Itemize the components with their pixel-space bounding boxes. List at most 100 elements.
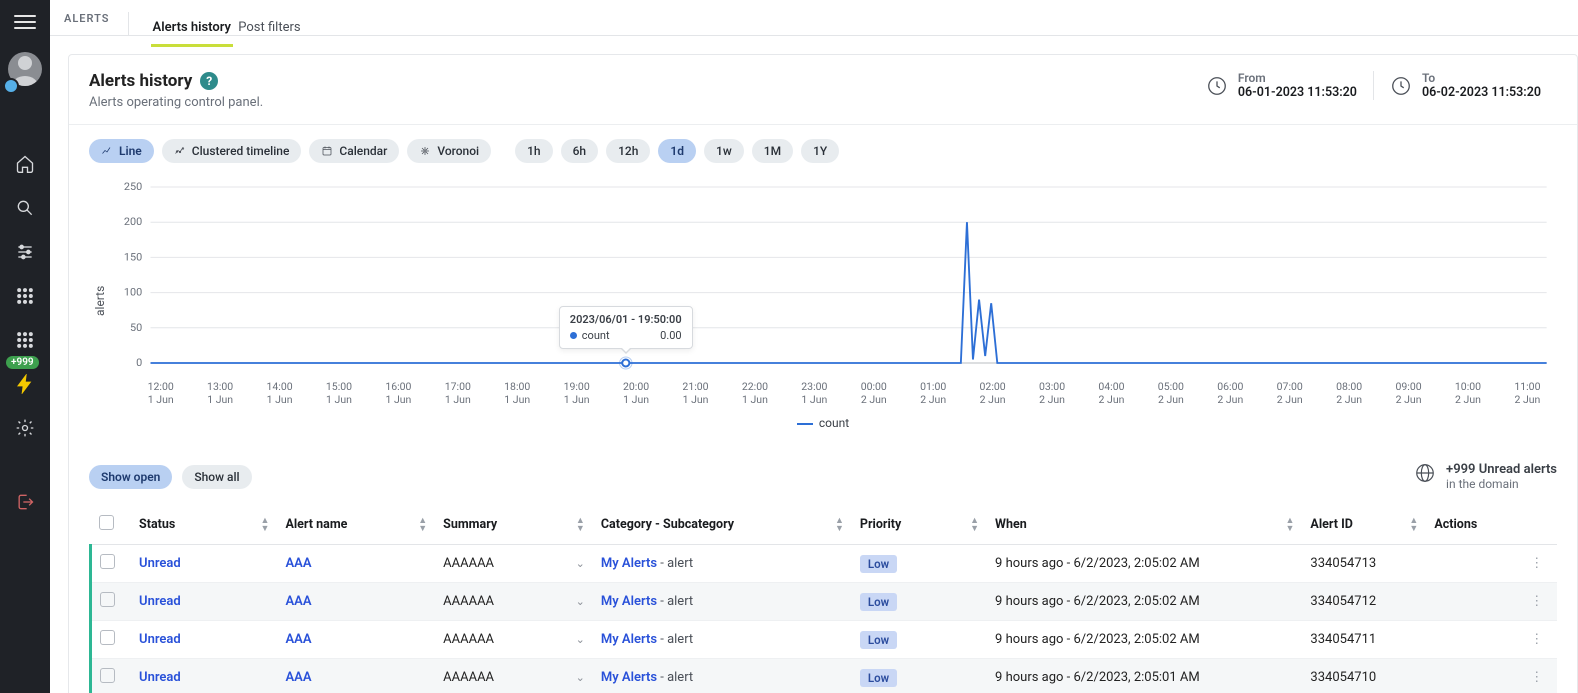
- page-title-text: Alerts history: [89, 71, 192, 91]
- summary-text: AAAAAA: [443, 556, 494, 571]
- unread-sub-text: in the domain: [1446, 477, 1557, 491]
- range-6h[interactable]: 6h: [561, 139, 599, 163]
- svg-text:200: 200: [124, 215, 142, 228]
- table-filter-all[interactable]: Show all: [182, 465, 251, 489]
- chevron-down-icon[interactable]: ⌄: [576, 557, 585, 570]
- svg-text:50: 50: [130, 321, 142, 334]
- time-range-to[interactable]: To 06-02-2023 11:53:20: [1373, 71, 1557, 100]
- alert-name-link[interactable]: AAA: [285, 594, 311, 609]
- col-when[interactable]: When▲▼: [987, 505, 1302, 545]
- view-mode-calendar[interactable]: Calendar: [309, 139, 399, 163]
- status-link[interactable]: Unread: [139, 556, 181, 571]
- table-row[interactable]: UnreadAAAAAAAAA⌄My Alerts - alertLow9 ho…: [91, 659, 1558, 693]
- x-tick: 06:002 Jun: [1201, 381, 1260, 406]
- alerts-count-badge: +999: [6, 356, 39, 369]
- range-12h[interactable]: 12h: [606, 139, 650, 163]
- table-filter-open[interactable]: Show open: [89, 465, 172, 489]
- col-summary[interactable]: Summary▲▼: [435, 505, 593, 545]
- x-tick: 11:002 Jun: [1498, 381, 1557, 406]
- row-checkbox[interactable]: [100, 592, 115, 607]
- alert-id-text: 334054710: [1302, 659, 1426, 693]
- logout-icon[interactable]: [0, 480, 50, 524]
- alerts-line-chart[interactable]: 050100150200250: [107, 181, 1557, 381]
- time-range-from[interactable]: From 06-01-2023 11:53:20: [1190, 71, 1373, 100]
- svg-text:250: 250: [124, 181, 142, 193]
- x-tick: 21:001 Jun: [666, 381, 725, 406]
- x-tick: 09:002 Jun: [1379, 381, 1438, 406]
- x-tick: 15:001 Jun: [309, 381, 368, 406]
- x-tick: 00:002 Jun: [844, 381, 903, 406]
- category-link[interactable]: My Alerts: [601, 670, 657, 685]
- range-1h[interactable]: 1h: [515, 139, 553, 163]
- menu-toggle-button[interactable]: [0, 6, 50, 38]
- alert-id-text: 334054712: [1302, 583, 1426, 621]
- x-tick: 10:002 Jun: [1438, 381, 1497, 406]
- view-mode-voronoi[interactable]: Voronoi: [407, 139, 491, 163]
- priority-badge: Low: [860, 555, 897, 573]
- when-text: 9 hours ago - 6/2/2023, 2:05:01 AM: [987, 659, 1302, 693]
- row-actions-kebab[interactable]: ⋮: [1516, 583, 1557, 621]
- svg-text:0: 0: [136, 356, 142, 369]
- home-icon[interactable]: [0, 142, 50, 186]
- alert-name-link[interactable]: AAA: [285, 556, 311, 571]
- col-category-subcategory[interactable]: Category - Subcategory▲▼: [593, 505, 852, 545]
- row-actions-kebab[interactable]: ⋮: [1516, 545, 1557, 583]
- table-row[interactable]: UnreadAAAAAAAAA⌄My Alerts - alertLow9 ho…: [91, 545, 1558, 583]
- legend-label: count: [819, 416, 849, 430]
- settings-gear-icon[interactable]: [0, 406, 50, 450]
- row-checkbox[interactable]: [100, 630, 115, 645]
- col-status[interactable]: Status▲▼: [131, 505, 277, 545]
- col-priority[interactable]: Priority▲▼: [852, 505, 987, 545]
- filters-icon[interactable]: [0, 230, 50, 274]
- x-tick: 17:001 Jun: [428, 381, 487, 406]
- from-value: 06-01-2023 11:53:20: [1238, 85, 1357, 100]
- x-tick: 19:001 Jun: [547, 381, 606, 406]
- chevron-down-icon[interactable]: ⌄: [576, 595, 585, 608]
- alert-name-link[interactable]: AAA: [285, 670, 311, 685]
- category-link[interactable]: My Alerts: [601, 556, 657, 571]
- alert-name-link[interactable]: AAA: [285, 632, 311, 647]
- range-1w[interactable]: 1w: [704, 139, 744, 163]
- x-tick: 22:001 Jun: [725, 381, 784, 406]
- range-1M[interactable]: 1M: [752, 139, 793, 163]
- apps-grid-icon[interactable]: [0, 274, 50, 318]
- row-actions-kebab[interactable]: ⋮: [1516, 659, 1557, 693]
- x-tick: 01:002 Jun: [903, 381, 962, 406]
- x-tick: 18:001 Jun: [488, 381, 547, 406]
- x-tick: 05:002 Jun: [1141, 381, 1200, 406]
- col-alert-name[interactable]: Alert name▲▼: [277, 505, 435, 545]
- status-link[interactable]: Unread: [139, 670, 181, 685]
- summary-text: AAAAAA: [443, 594, 494, 609]
- x-tick: 04:002 Jun: [1082, 381, 1141, 406]
- priority-badge: Low: [860, 669, 897, 687]
- view-mode-clustered[interactable]: Clustered timeline: [162, 139, 302, 163]
- select-all-checkbox[interactable]: [99, 515, 114, 530]
- svg-text:100: 100: [124, 286, 142, 299]
- x-tick: 12:001 Jun: [131, 381, 190, 406]
- status-link[interactable]: Unread: [139, 632, 181, 647]
- view-mode-line[interactable]: Line: [89, 139, 154, 163]
- status-link[interactable]: Unread: [139, 594, 181, 609]
- priority-badge: Low: [860, 593, 897, 611]
- row-checkbox[interactable]: [100, 668, 115, 683]
- col-alert-id[interactable]: Alert ID▲▼: [1302, 505, 1426, 545]
- row-actions-kebab[interactable]: ⋮: [1516, 621, 1557, 659]
- x-tick: 23:001 Jun: [785, 381, 844, 406]
- range-1Y[interactable]: 1Y: [801, 139, 839, 163]
- col-actions[interactable]: Actions: [1426, 505, 1516, 545]
- row-checkbox[interactable]: [100, 554, 115, 569]
- category-link[interactable]: My Alerts: [601, 632, 657, 647]
- chevron-down-icon[interactable]: ⌄: [576, 633, 585, 646]
- range-1d[interactable]: 1d: [658, 139, 696, 163]
- table-row[interactable]: UnreadAAAAAAAAA⌄My Alerts - alertLow9 ho…: [91, 621, 1558, 659]
- search-icon[interactable]: [0, 186, 50, 230]
- help-icon[interactable]: ?: [200, 72, 218, 90]
- user-avatar[interactable]: [5, 52, 45, 92]
- x-tick: 13:001 Jun: [190, 381, 249, 406]
- priority-badge: Low: [860, 631, 897, 649]
- table-row[interactable]: UnreadAAAAAAAAA⌄My Alerts - alertLow9 ho…: [91, 583, 1558, 621]
- alerts-icon[interactable]: +999: [0, 362, 50, 406]
- left-rail: +999: [0, 0, 50, 693]
- chevron-down-icon[interactable]: ⌄: [576, 671, 585, 684]
- category-link[interactable]: My Alerts: [601, 594, 657, 609]
